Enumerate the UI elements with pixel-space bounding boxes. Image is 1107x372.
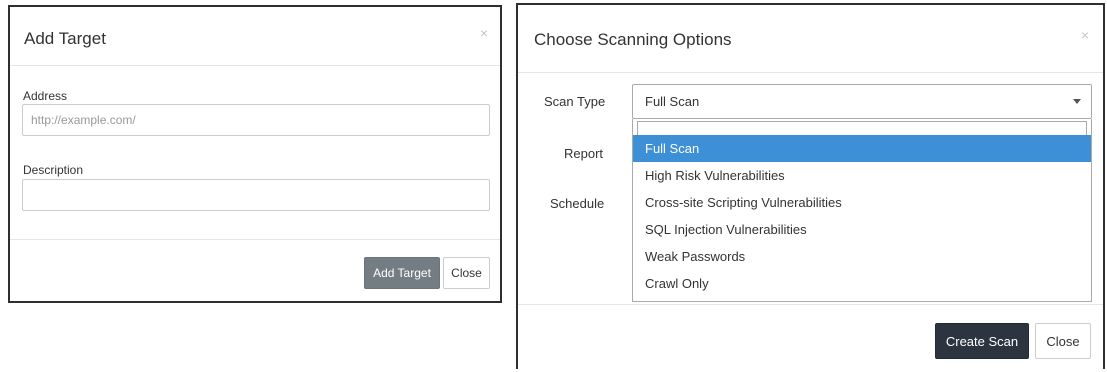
dropdown-search-input[interactable] bbox=[637, 121, 1087, 136]
dropdown-option-sql-injection[interactable]: SQL Injection Vulnerabilities bbox=[633, 216, 1091, 243]
add-target-button[interactable]: Add Target bbox=[364, 257, 440, 289]
modal-footer: Create Scan Close bbox=[518, 304, 1103, 372]
scan-type-label: Scan Type bbox=[544, 94, 606, 109]
modal-header: Choose Scanning Options × bbox=[518, 5, 1103, 73]
modal-title: Add Target bbox=[24, 29, 106, 48]
modal-title: Choose Scanning Options bbox=[534, 30, 732, 49]
scan-type-dropdown: Full Scan High Risk Vulnerabilities Cros… bbox=[632, 119, 1092, 302]
dropdown-option-weak-passwords[interactable]: Weak Passwords bbox=[633, 243, 1091, 270]
close-icon[interactable]: × bbox=[1081, 27, 1089, 43]
description-label: Description bbox=[23, 163, 84, 177]
close-button[interactable]: Close bbox=[443, 257, 490, 289]
report-label: Report bbox=[564, 146, 604, 161]
close-button[interactable]: Close bbox=[1035, 323, 1091, 359]
modal-footer: Add Target Close bbox=[10, 239, 500, 304]
create-scan-button[interactable]: Create Scan bbox=[935, 323, 1029, 359]
dropdown-option-xss[interactable]: Cross-site Scripting Vulnerabilities bbox=[633, 189, 1091, 216]
dropdown-option-crawl-only[interactable]: Crawl Only bbox=[633, 270, 1091, 297]
address-input[interactable] bbox=[22, 104, 490, 136]
modal-header: Add Target × bbox=[10, 7, 500, 66]
dropdown-option-full-scan[interactable]: Full Scan bbox=[633, 135, 1091, 162]
schedule-label: Schedule bbox=[550, 196, 605, 211]
chevron-down-icon bbox=[1073, 99, 1081, 104]
address-label: Address bbox=[23, 89, 68, 103]
scan-type-select[interactable]: Full Scan bbox=[632, 84, 1092, 119]
dropdown-option-high-risk[interactable]: High Risk Vulnerabilities bbox=[633, 162, 1091, 189]
scan-options-modal: Choose Scanning Options × Scan Type Full… bbox=[516, 3, 1105, 369]
scan-type-selected-value: Full Scan bbox=[645, 94, 700, 109]
close-icon[interactable]: × bbox=[480, 25, 488, 41]
add-target-modal: Add Target × Address Description Add Tar… bbox=[8, 5, 502, 303]
description-input[interactable] bbox=[22, 179, 490, 211]
